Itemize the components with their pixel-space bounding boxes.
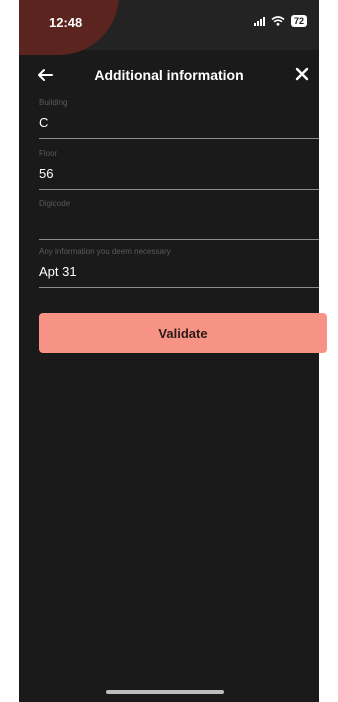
building-input[interactable]: C <box>39 115 319 130</box>
header: Additional information <box>19 60 319 90</box>
close-icon[interactable] <box>293 65 311 83</box>
floor-input[interactable]: 56 <box>39 166 319 181</box>
battery-icon: 72 <box>290 15 307 27</box>
digicode-underline <box>39 239 319 240</box>
status-bar: 12:48 72 <box>19 0 319 55</box>
info-underline <box>39 287 319 288</box>
digicode-field[interactable]: Digicode <box>39 199 319 240</box>
building-underline <box>39 138 319 139</box>
digicode-label: Digicode <box>39 199 71 208</box>
page-title: Additional information <box>94 67 244 83</box>
signal-icon <box>253 16 265 26</box>
building-label: Building <box>39 98 68 107</box>
info-field[interactable]: Any information you deem necessary Apt 3… <box>39 247 319 288</box>
info-label: Any information you deem necessary <box>39 247 171 256</box>
status-time: 12:48 <box>49 15 83 30</box>
wifi-icon <box>271 16 285 26</box>
floor-label: Floor <box>39 149 58 158</box>
home-indicator <box>106 690 224 694</box>
floor-underline <box>39 189 319 190</box>
validate-button[interactable]: Validate <box>39 313 327 353</box>
system-icons: 72 <box>253 15 307 27</box>
building-field[interactable]: Building C <box>39 98 319 139</box>
info-input[interactable]: Apt 31 <box>39 264 319 279</box>
floor-field[interactable]: Floor 56 <box>39 149 319 190</box>
digicode-input[interactable] <box>39 216 319 231</box>
